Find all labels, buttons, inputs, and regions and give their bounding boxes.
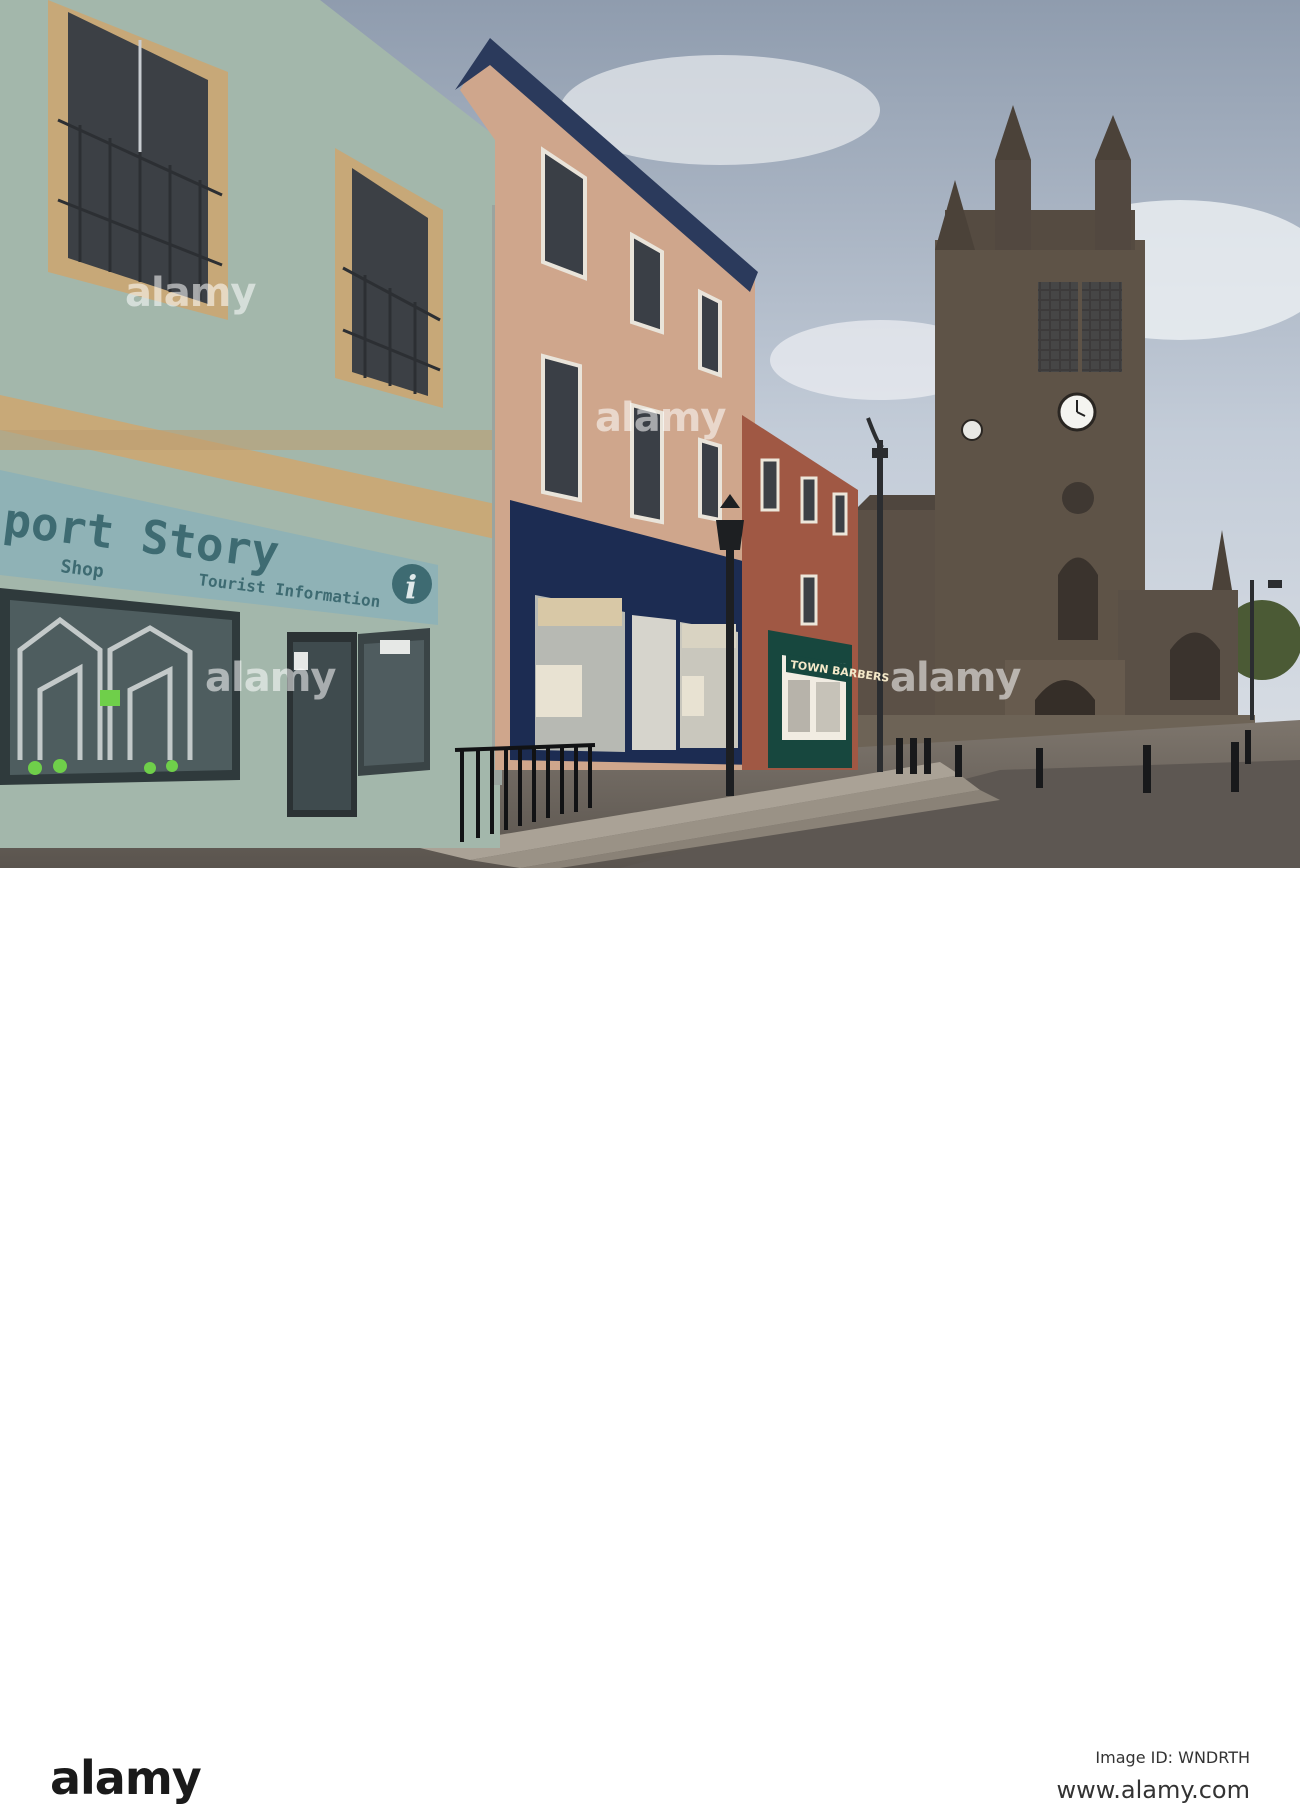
- green-building: [0, 0, 502, 848]
- footer: alamy Image ID: WNDRTH www.alamy.com: [0, 868, 1300, 1805]
- watermark: alamy: [890, 655, 1021, 701]
- watermark: alamy: [125, 270, 256, 316]
- info-icon-letter: i: [405, 568, 417, 606]
- image-id: Image ID: WNDRTH: [1095, 1748, 1250, 1767]
- alamy-logo: alamy: [50, 1751, 202, 1805]
- site-url[interactable]: www.alamy.com: [1010, 1770, 1250, 1810]
- watermark: alamy: [595, 395, 726, 441]
- watermark: alamy: [205, 655, 336, 701]
- photo-easel: [536, 665, 582, 717]
- clock-face: [961, 419, 983, 441]
